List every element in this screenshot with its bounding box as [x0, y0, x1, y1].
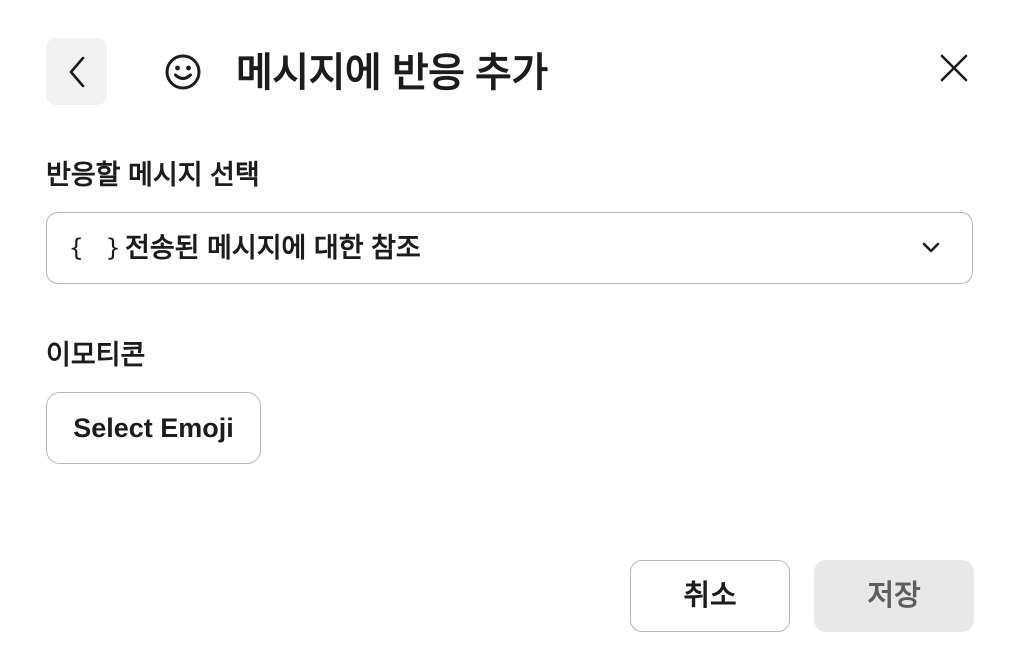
variable-braces-icon: { } [69, 234, 125, 262]
smiley-icon [164, 53, 202, 91]
save-button[interactable]: 저장 [814, 560, 974, 632]
add-reaction-dialog: 메시지에 반응 추가 반응할 메시지 선택 { } 전송된 메시지에 대한 참조… [0, 0, 1026, 664]
dialog-title: 메시지에 반응 추가 [236, 51, 548, 95]
back-button[interactable] [46, 38, 107, 105]
message-reference-select[interactable]: { } 전송된 메시지에 대한 참조 [46, 212, 973, 284]
close-button[interactable] [934, 48, 974, 88]
selected-message-value: 전송된 메시지에 대한 참조 [125, 233, 421, 263]
select-emoji-button[interactable]: Select Emoji [46, 392, 261, 464]
cancel-button[interactable]: 취소 [630, 560, 790, 632]
chevron-down-icon [920, 237, 942, 259]
chevron-left-icon [69, 56, 84, 87]
emoji-label: 이모티콘 [46, 340, 146, 370]
close-icon [940, 54, 968, 82]
message-select-label: 반응할 메시지 선택 [46, 160, 260, 190]
